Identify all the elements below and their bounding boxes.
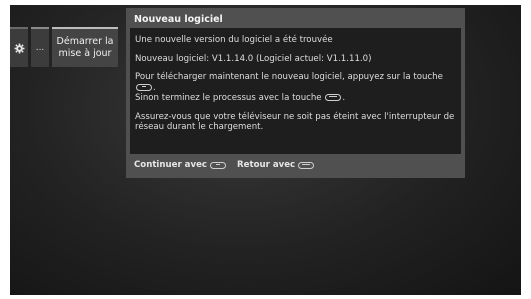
dialog-footer: Continuer avec Retour avec — [134, 160, 315, 170]
gear-icon — [14, 43, 24, 53]
update-found-text: Une nouvelle version du logiciel a été t… — [135, 35, 333, 45]
warning-text: Assurez-vous que votre téléviseur ne soi… — [135, 111, 455, 133]
exit-key-icon — [325, 94, 342, 101]
start-update-button[interactable]: Démarrer la mise à jour — [52, 27, 118, 67]
dialog-title: Nouveau logiciel — [134, 14, 223, 25]
dialog-body: Une nouvelle version du logiciel a été t… — [130, 28, 461, 154]
start-update-label-line1: Démarrer la — [56, 36, 114, 47]
more-options-label: ... — [35, 43, 45, 53]
continue-action[interactable]: Continuer avec — [134, 160, 227, 170]
back-action[interactable]: Retour avec — [237, 160, 315, 170]
exit-key-icon — [298, 161, 315, 169]
ok-key-icon — [136, 83, 152, 91]
continue-label: Continuer avec — [134, 160, 208, 170]
screen: ... Démarrer la mise à jour Nouveau logi… — [0, 0, 531, 299]
menu-strip: ... Démarrer la mise à jour — [10, 27, 118, 67]
version-text: Nouveau logiciel: V1.1.14.0 (Logiciel ac… — [135, 53, 372, 64]
start-update-label-line2: mise à jour — [58, 48, 112, 59]
more-options-button[interactable]: ... — [31, 27, 49, 67]
download-instruction-line2: Sinon terminez le processus avec la touc… — [135, 93, 322, 103]
download-instructions: Pour télécharger maintenant le nouveau l… — [135, 72, 443, 103]
back-label: Retour avec — [237, 160, 296, 170]
software-update-dialog: Nouveau logiciel Une nouvelle version du… — [126, 8, 465, 178]
tv-display: ... Démarrer la mise à jour Nouveau logi… — [10, 5, 521, 295]
ok-key-icon — [210, 161, 227, 169]
download-instruction-line1: Pour télécharger maintenant le nouveau l… — [135, 72, 443, 82]
settings-button[interactable] — [10, 27, 28, 67]
